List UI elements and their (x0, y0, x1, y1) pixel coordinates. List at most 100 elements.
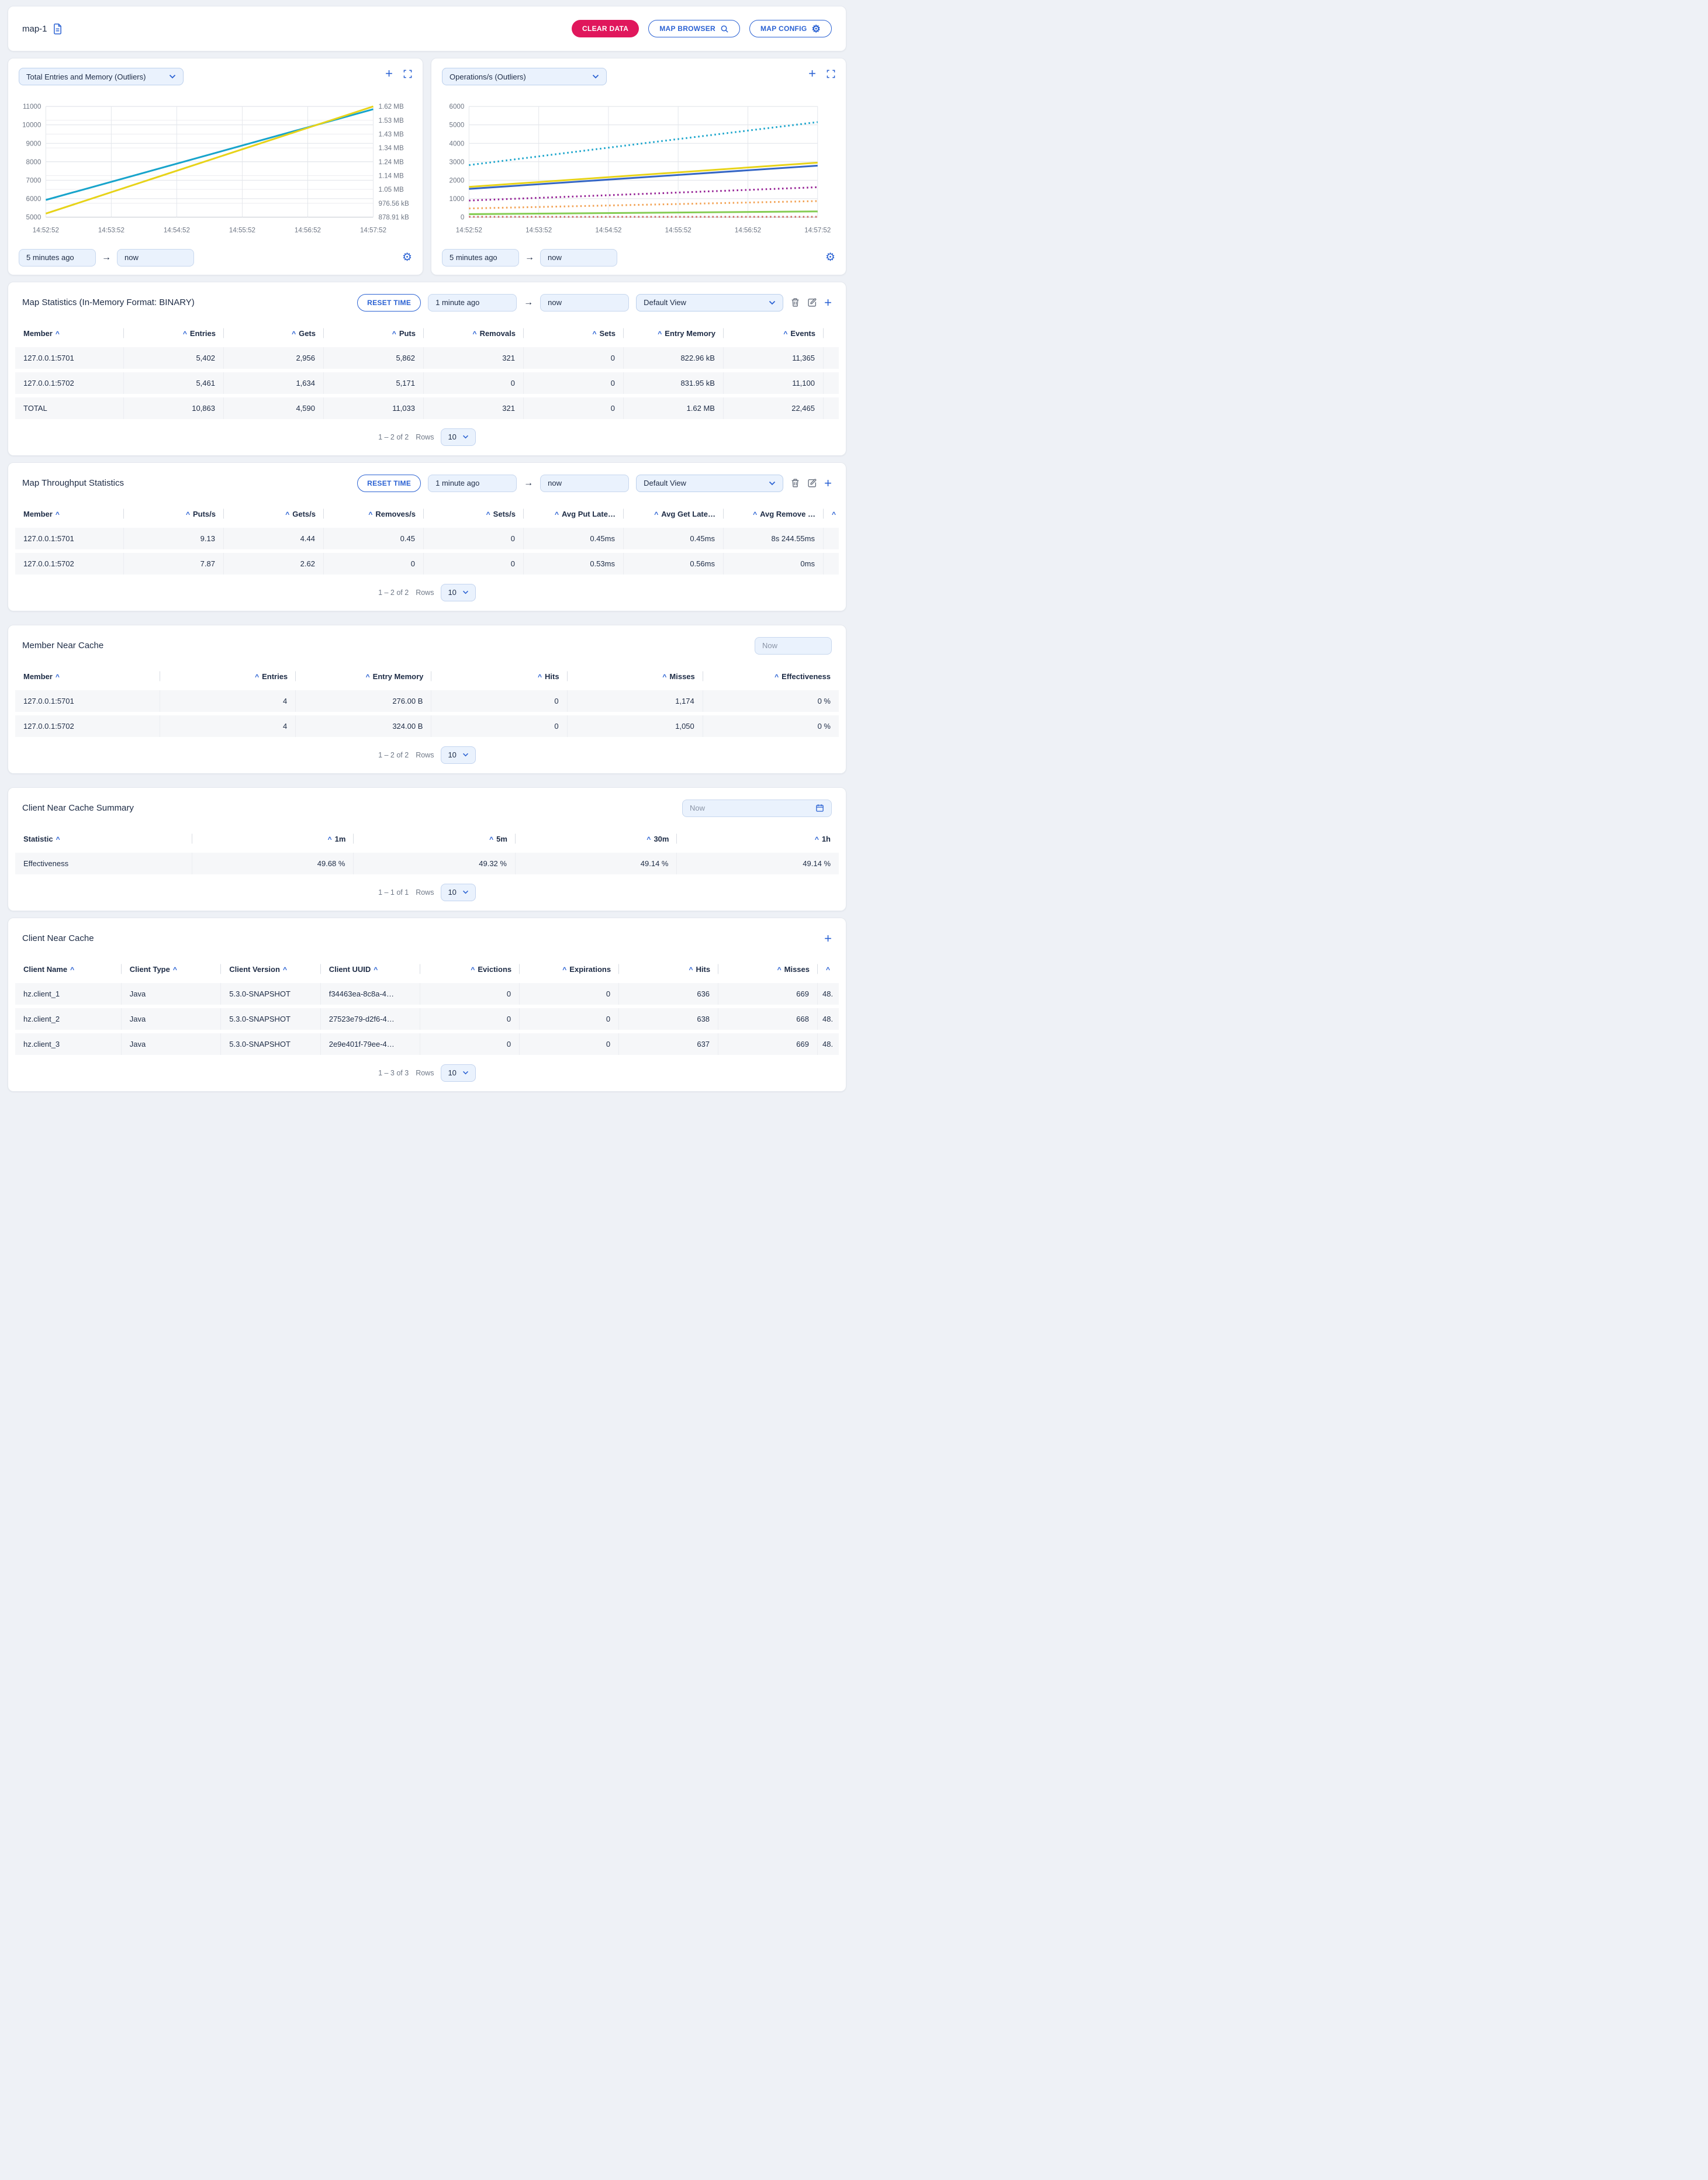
column-header[interactable]: ^Puts/s (124, 504, 224, 524)
cell-truncated: 48. (818, 983, 839, 1005)
chart-canvas-operations[interactable]: 600050004000300020001000014:52:5214:53:5… (442, 99, 835, 248)
chart-time-from-input[interactable]: 5 minutes ago (442, 249, 519, 267)
column-header-statistic[interactable]: Statistic^ (15, 829, 192, 849)
page-size-select[interactable]: 10 (441, 428, 475, 446)
add-table-icon[interactable]: + (824, 934, 832, 943)
cell: 276.00 B (296, 690, 431, 712)
document-icon[interactable] (53, 23, 62, 34)
map-browser-button[interactable]: MAP BROWSER (648, 20, 740, 37)
cell: 637 (619, 1033, 718, 1055)
column-header-truncated[interactable]: ^ (818, 959, 839, 980)
cell: 5.3.0-SNAPSHOT (221, 1033, 320, 1055)
reset-time-button[interactable]: RESET TIME (357, 475, 421, 492)
cell: 0ms (724, 553, 824, 575)
column-header[interactable]: ^30m (516, 829, 677, 849)
chart-metric-select[interactable]: Operations/s (Outliers) (442, 68, 607, 85)
map-config-button[interactable]: MAP CONFIG ⚙ (749, 20, 832, 37)
svg-text:2000: 2000 (450, 177, 465, 184)
table-row: 127.0.0.1:5702 5,461 1,634 5,171 0 0 831… (15, 372, 839, 394)
chart-settings-gear-icon[interactable]: ⚙ (402, 252, 412, 263)
column-header[interactable]: Client Version^ (221, 959, 320, 980)
add-table-icon[interactable]: + (824, 298, 832, 307)
fullscreen-icon[interactable] (827, 70, 835, 78)
column-header[interactable]: ^1m (192, 829, 354, 849)
column-header[interactable]: ^Avg Put Late… (524, 504, 624, 524)
chart-settings-gear-icon[interactable]: ⚙ (825, 252, 835, 263)
cell: 0 (524, 347, 624, 369)
delete-view-trash-icon[interactable] (790, 478, 800, 488)
time-from-input[interactable]: 1 minute ago (428, 475, 517, 492)
column-header[interactable]: ^Sets/s (424, 504, 524, 524)
table-row: 127.0.0.1:5702 4 324.00 B 0 1,050 0 % (15, 715, 839, 737)
view-select[interactable]: Default View (636, 475, 783, 492)
cell: 0 (424, 553, 524, 575)
cell: 5.3.0-SNAPSHOT (221, 983, 320, 1005)
column-header-member[interactable]: Member^ (15, 666, 160, 687)
svg-text:10000: 10000 (22, 122, 41, 129)
add-chart-icon[interactable]: + (385, 69, 393, 78)
column-header[interactable]: ^Effectiveness (703, 666, 839, 687)
column-header[interactable]: ^Entries (160, 666, 296, 687)
sort-caret: ^ (283, 966, 287, 974)
column-header[interactable]: ^Misses (568, 666, 703, 687)
chart-metric-select[interactable]: Total Entries and Memory (Outliers) (19, 68, 184, 85)
chart-time-from-input[interactable]: 5 minutes ago (19, 249, 96, 267)
cell: 0 (431, 715, 567, 737)
column-header-member[interactable]: Member^ (15, 323, 124, 344)
table-row: hz.client_3 Java 5.3.0-SNAPSHOT 2e9e401f… (15, 1033, 839, 1055)
add-chart-icon[interactable]: + (808, 69, 816, 78)
column-header[interactable]: Client UUID^ (321, 959, 420, 980)
column-header[interactable]: ^1h (677, 829, 839, 849)
edit-view-icon[interactable] (807, 297, 817, 307)
column-header[interactable]: ^Entry Memory (296, 666, 431, 687)
column-header[interactable]: ^Sets (524, 323, 624, 344)
column-header[interactable]: ^Hits (431, 666, 567, 687)
column-header-truncated[interactable]: ^ (824, 504, 840, 524)
column-header[interactable]: ^Removals (424, 323, 524, 344)
chart-time-to-input[interactable]: now (540, 249, 617, 267)
column-header[interactable]: ^Removes/s (324, 504, 424, 524)
now-input[interactable]: Now (755, 637, 832, 655)
clear-data-button[interactable]: CLEAR DATA (572, 20, 639, 37)
page-size-select[interactable]: 10 (441, 584, 475, 601)
time-to-input[interactable]: now (540, 475, 629, 492)
column-header[interactable]: ^Expirations (520, 959, 619, 980)
now-datetime-input[interactable]: Now (682, 800, 832, 817)
column-header-member[interactable]: Member^ (15, 504, 124, 524)
column-header[interactable]: ^Events (724, 323, 824, 344)
column-header[interactable]: ^Gets/s (224, 504, 324, 524)
reset-time-button[interactable]: RESET TIME (357, 294, 421, 312)
table-header-row: Member^ ^Entries ^Gets ^Puts ^Removals ^… (15, 323, 839, 344)
table-row: 127.0.0.1:5701 9.13 4.44 0.45 0 0.45ms 0… (15, 528, 839, 549)
cell-client-name: hz.client_2 (15, 1008, 122, 1030)
column-header[interactable]: Client Type^ (122, 959, 221, 980)
column-header[interactable]: ^Evictions (420, 959, 520, 980)
edit-view-icon[interactable] (807, 478, 817, 488)
column-header[interactable]: ^Entries (124, 323, 224, 344)
column-header[interactable]: ^Puts (324, 323, 424, 344)
column-header[interactable]: ^Entry Memory (624, 323, 724, 344)
rows-label: Rows (416, 888, 434, 897)
delete-view-trash-icon[interactable] (790, 297, 800, 307)
table-row-total: TOTAL 10,863 4,590 11,033 321 0 1.62 MB … (15, 397, 839, 419)
add-table-icon[interactable]: + (824, 479, 832, 488)
column-header[interactable]: ^Avg Remove … (724, 504, 824, 524)
page-size-select[interactable]: 10 (441, 884, 475, 901)
view-select[interactable]: Default View (636, 294, 783, 312)
chevron-down-icon (592, 74, 599, 79)
fullscreen-icon[interactable] (403, 70, 412, 78)
column-header[interactable]: ^Avg Get Late… (624, 504, 724, 524)
sort-caret: ^ (56, 673, 60, 681)
time-to-input[interactable]: now (540, 294, 629, 312)
column-header[interactable]: ^Misses (718, 959, 818, 980)
column-header[interactable]: ^5m (354, 829, 516, 849)
page-size-select[interactable]: 10 (441, 1064, 475, 1082)
column-header[interactable]: Client Name^ (15, 959, 122, 980)
column-header[interactable]: ^Gets (224, 323, 324, 344)
time-from-input[interactable]: 1 minute ago (428, 294, 517, 312)
column-header[interactable]: ^Hits (619, 959, 718, 980)
page-size-select[interactable]: 10 (441, 746, 475, 764)
chart-time-to-input[interactable]: now (117, 249, 194, 267)
chart-canvas-entries-memory[interactable]: 1.62 MB1.53 MB1.43 MB1.34 MB1.24 MB1.14 … (19, 99, 412, 248)
pagination: 1 – 2 of 2 Rows 10 (8, 419, 846, 449)
